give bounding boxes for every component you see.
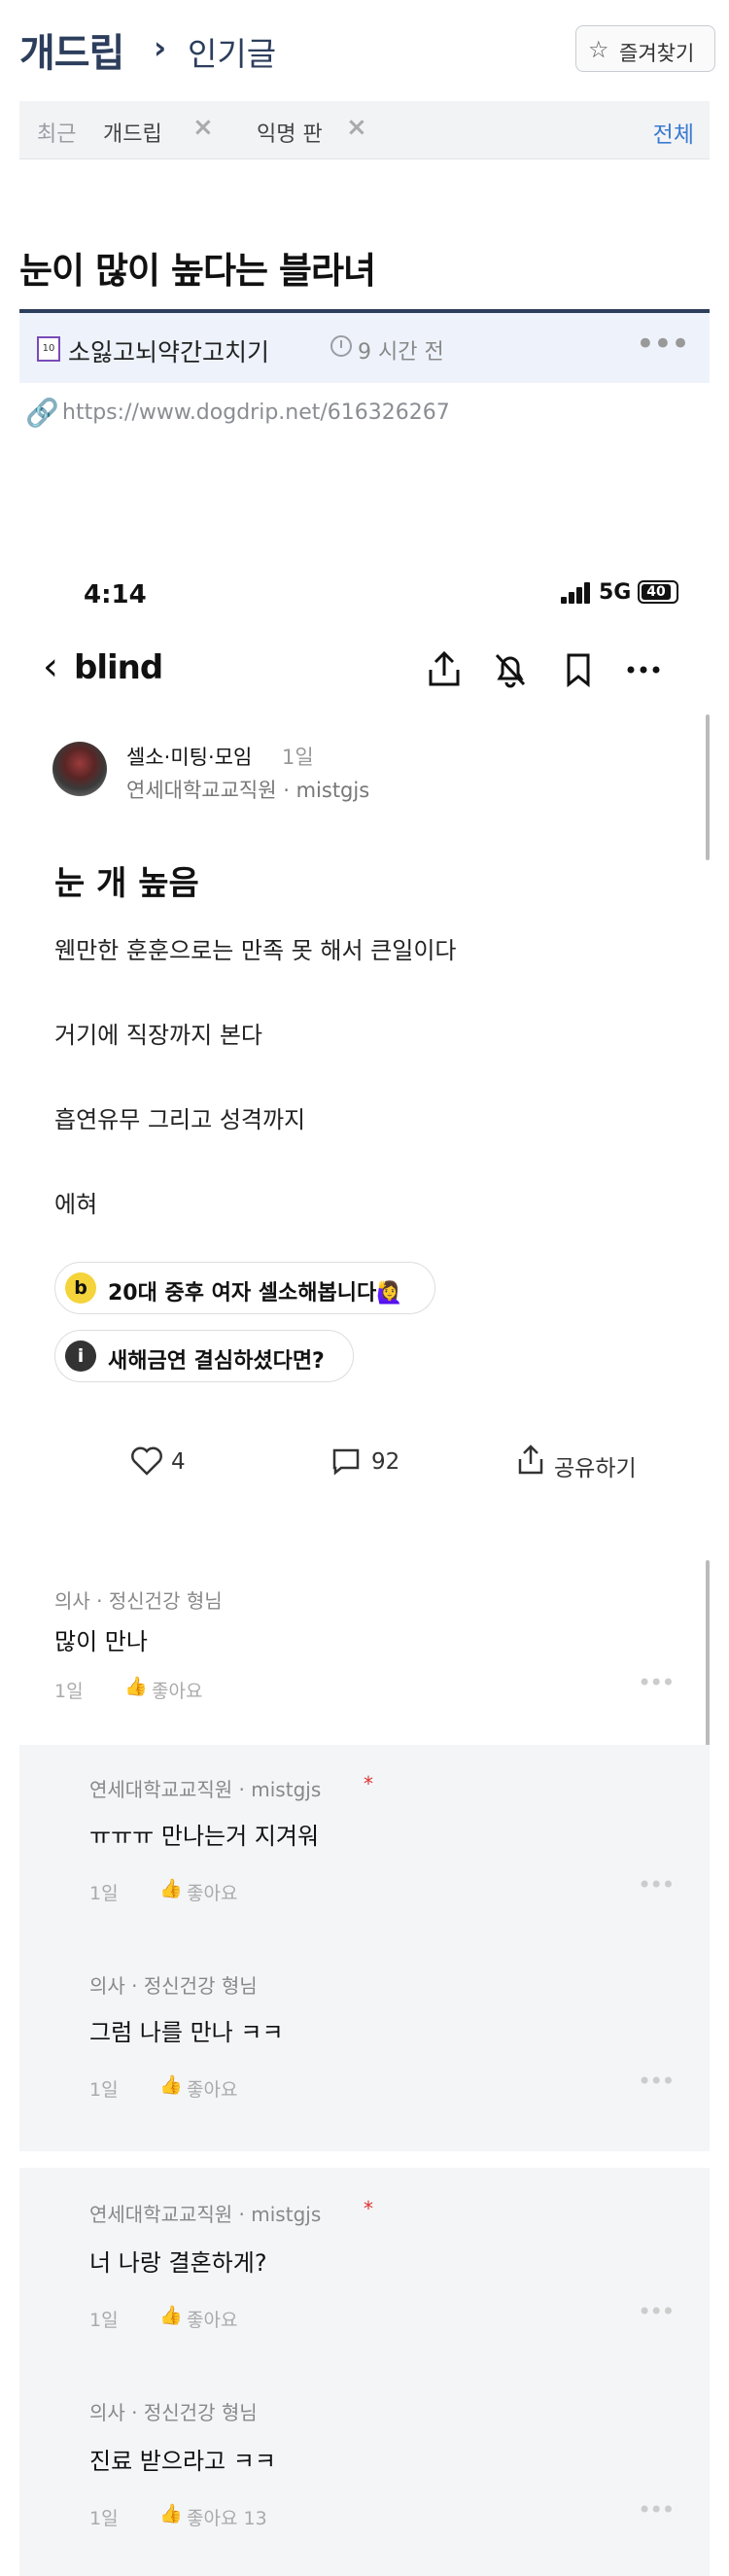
post-body-line: 웬만한 훈훈으로는 만족 못 해서 큰일이다 — [54, 937, 457, 964]
thumbs-up-icon[interactable]: 👍 — [159, 2502, 183, 2524]
comment-text: ㅠㅠㅠ 만나는거 지겨워 — [89, 1823, 320, 1850]
like-count: 4 — [171, 1449, 186, 1475]
close-icon[interactable]: × — [192, 113, 214, 142]
thumbs-up-icon[interactable]: 👍 — [159, 2304, 183, 2326]
like-label[interactable]: 좋아요 — [187, 2075, 237, 2102]
like-label[interactable]: 좋아요 — [187, 1879, 237, 1905]
more-icon[interactable]: ••• — [638, 2298, 675, 2325]
related-post-title: 새해금연 결심하셨다면? — [108, 1349, 325, 1374]
post-body-line: 에혀 — [54, 1191, 98, 1218]
like-label[interactable]: 좋아요 — [152, 1677, 202, 1703]
share-icon[interactable] — [515, 1444, 546, 1477]
signal-icon — [561, 582, 594, 604]
link-icon: 🔗 — [25, 397, 59, 429]
bookmark-icon[interactable] — [564, 650, 593, 689]
clock-icon — [330, 335, 352, 357]
scrollbar[interactable] — [706, 714, 710, 860]
status-time: 4:14 — [84, 580, 147, 609]
writer-channel[interactable]: 셀소·미팅·모임 — [126, 742, 252, 771]
comment-count: 92 — [371, 1449, 400, 1475]
comment-meta: 의사 · 정신건강 형님 — [89, 2401, 258, 2424]
favorite-button[interactable]: ☆ 즐겨찾기 — [575, 25, 715, 72]
related-post-title: 20대 중후 여자 셀소해봅니다🙋‍♀️ — [108, 1281, 403, 1305]
back-icon[interactable]: ‹ — [43, 644, 58, 689]
more-icon[interactable]: ••• — [638, 2496, 675, 2524]
recent-title: 최근 — [37, 122, 77, 147]
comment-text: 진료 받으라고 ㅋㅋ — [89, 2448, 276, 2475]
recent-boards-bar: 최근 개드립 × 익명 판 × 전체 — [19, 101, 710, 159]
comment-meta: 의사 · 정신건강 형님 — [89, 1974, 258, 1998]
comment-text: 많이 만나 — [54, 1628, 148, 1655]
thumbs-up-icon[interactable]: 👍 — [159, 1877, 183, 1899]
related-post-link[interactable]: b 20대 중후 여자 셀소해봅니다🙋‍♀️ — [54, 1262, 435, 1314]
board-icon: b — [65, 1272, 96, 1304]
all-boards-link[interactable]: 전체 — [653, 116, 694, 149]
comment-age: 1일 — [89, 2508, 119, 2529]
writer-org: 연세대학교교직원 · mistgjs — [126, 779, 370, 802]
comment-text: 너 나랑 결혼하게? — [89, 2249, 267, 2277]
favorite-label: 즐겨찾기 — [619, 42, 695, 65]
comment: 의사 · 정신건강 형님 많이 만나 1일 👍 좋아요 ••• — [19, 1580, 710, 1708]
site-logo[interactable]: 개드립 — [19, 21, 124, 78]
recent-item-link[interactable]: 개드립 — [103, 117, 162, 148]
site-header: 개드립 › 인기글 ☆ 즐겨찾기 — [0, 0, 729, 97]
battery-icon: 40 — [638, 580, 678, 604]
like-label[interactable]: 좋아요 13 — [187, 2504, 267, 2530]
heart-icon[interactable] — [130, 1445, 163, 1477]
comment-text: 그럼 나를 만나 ㅋㅋ — [89, 2019, 284, 2046]
comment-meta: 연세대학교교직원 · mistgjs — [89, 2203, 322, 2226]
battery-level: 40 — [642, 584, 671, 600]
embedded-screenshot: 4:14 5G 40 ‹ blind 셀소·미팅·모임 1일 연세대학교교직원 … — [19, 549, 710, 2576]
comment-age: 1일 — [89, 1883, 119, 1904]
post-url[interactable]: https://www.dogdrip.net/616326267 — [62, 400, 450, 425]
board-name[interactable]: 인기글 — [188, 28, 276, 75]
notification-off-icon[interactable] — [492, 650, 529, 689]
reply-group: 연세대학교교직원 · mistgjs * 너 나랑 결혼하게? 1일 👍 좋아요… — [19, 2168, 710, 2576]
blind-post-title: 눈 개 높음 — [54, 864, 199, 903]
comment-meta: 의사 · 정신건강 형님 — [54, 1589, 223, 1613]
author-mark: * — [364, 1772, 373, 1795]
avatar — [52, 742, 107, 796]
app-logo: blind — [74, 648, 163, 687]
close-icon[interactable]: × — [346, 113, 367, 142]
info-icon: i — [65, 1340, 96, 1372]
comment-age: 1일 — [54, 1681, 84, 1702]
comment-age: 1일 — [89, 2079, 119, 2101]
post-time: 9 시간 전 — [358, 340, 444, 365]
star-icon: ☆ — [588, 36, 609, 63]
more-options-icon[interactable]: ••• — [636, 325, 690, 364]
post-title: 눈이 많이 높다는 블라녀 — [19, 250, 376, 292]
more-icon[interactable]: ••• — [638, 2068, 675, 2095]
level-badge: 10 — [37, 336, 60, 362]
comment-age: 1일 — [89, 2310, 119, 2331]
thumbs-up-icon[interactable]: 👍 — [159, 2073, 183, 2096]
writer-age: 1일 — [282, 746, 314, 769]
comment-meta: 연세대학교교직원 · mistgjs — [89, 1778, 322, 1801]
post-body-line: 거기에 직장까지 본다 — [54, 1022, 262, 1049]
reply-group: 연세대학교교직원 · mistgjs * ㅠㅠㅠ 만나는거 지겨워 1일 👍 좋… — [19, 1745, 710, 2151]
author-mark: * — [364, 2197, 373, 2220]
more-icon[interactable]: ••• — [638, 1669, 675, 1696]
share-icon[interactable] — [426, 650, 463, 689]
share-label[interactable]: 공유하기 — [554, 1449, 637, 1482]
author-name[interactable]: 소잃고뇌약간고치기 — [68, 333, 269, 368]
more-icon[interactable]: ••• — [638, 1871, 675, 1898]
post-author-bar: 10 소잃고뇌약간고치기 9 시간 전 ••• — [19, 313, 710, 383]
network-label: 5G — [599, 580, 632, 605]
recent-item-link[interactable]: 익명 판 — [257, 117, 323, 148]
more-icon[interactable] — [624, 650, 663, 689]
chevron-right-icon: › — [154, 29, 167, 66]
post-body-line: 흡연유무 그리고 성격까지 — [54, 1106, 306, 1133]
comment-icon[interactable] — [330, 1445, 362, 1477]
thumbs-up-icon[interactable]: 👍 — [124, 1675, 148, 1697]
related-post-link[interactable]: i 새해금연 결심하셨다면? — [54, 1330, 354, 1382]
like-label[interactable]: 좋아요 — [187, 2306, 237, 2332]
